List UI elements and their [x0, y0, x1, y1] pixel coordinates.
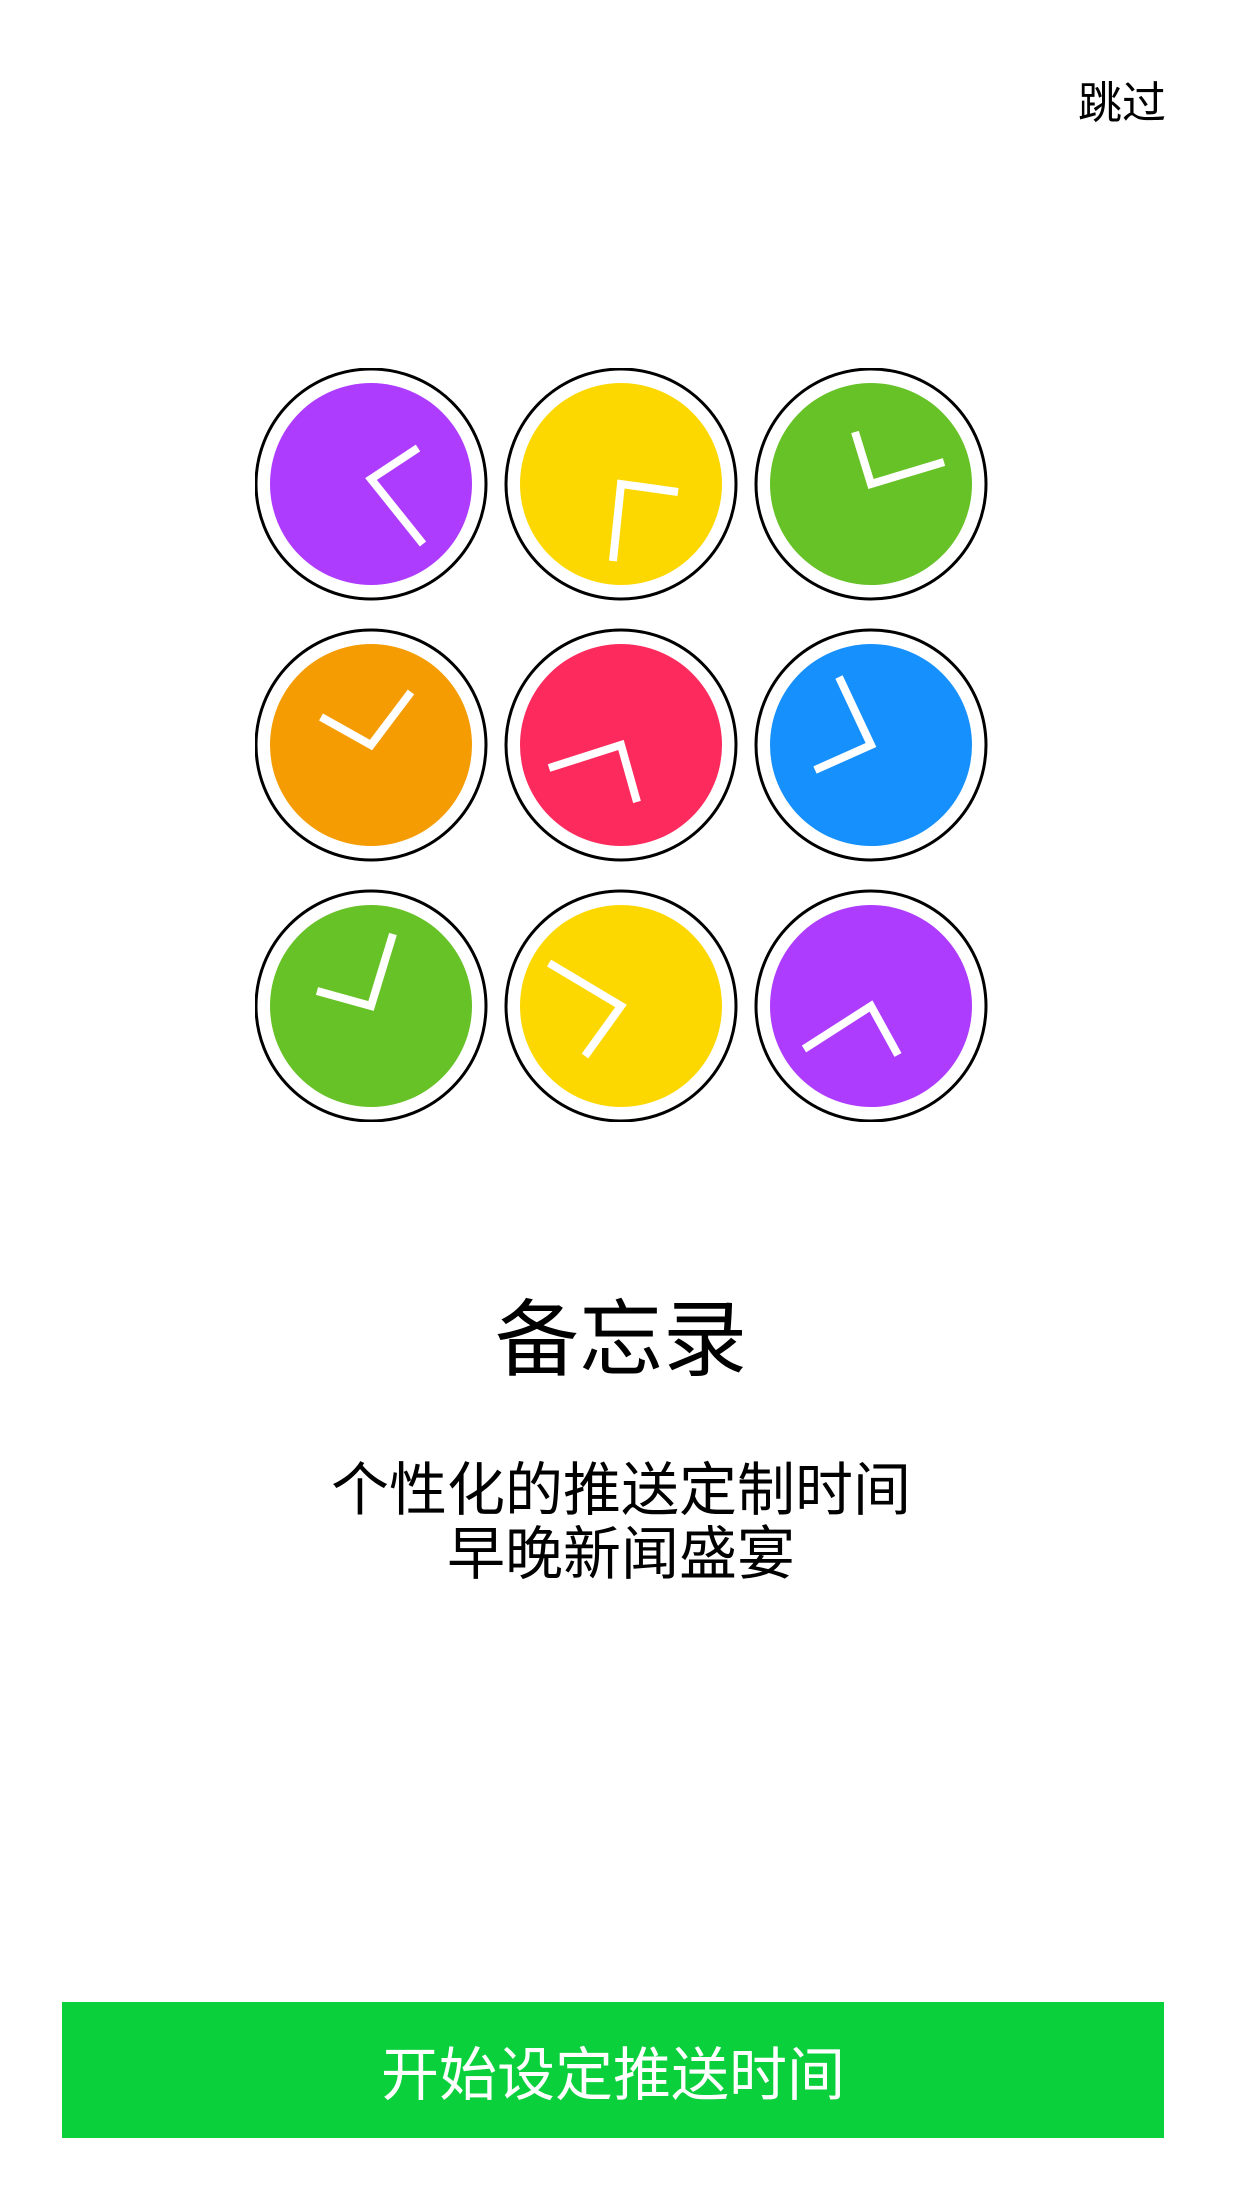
clock-icon	[255, 889, 488, 1122]
subtitle-line-1: 个性化的推送定制时间	[330, 1456, 911, 1524]
start-setting-push-time-button[interactable]: 开始设定推送时间	[62, 2002, 1164, 2138]
clock-icon	[754, 628, 988, 862]
clock-grid-svg	[255, 368, 988, 1122]
skip-button[interactable]: 跳过	[1078, 76, 1166, 132]
clock-icon	[504, 889, 738, 1122]
clock-icon	[504, 628, 738, 862]
clock-icon	[754, 368, 988, 601]
start-button-label: 开始设定推送时间	[380, 2041, 845, 2109]
clock-icon	[754, 889, 988, 1122]
clock-illustration	[255, 368, 995, 1122]
page-subtitle: 个性化的推送定制时间 早晚新闻盛宴	[0, 1458, 1242, 1586]
clock-icon	[255, 628, 488, 862]
clock-icon	[504, 368, 738, 601]
subtitle-line-2: 早晚新闻盛宴	[446, 1520, 795, 1588]
clock-icon	[255, 368, 488, 601]
page-title: 备忘录	[494, 1291, 747, 1389]
